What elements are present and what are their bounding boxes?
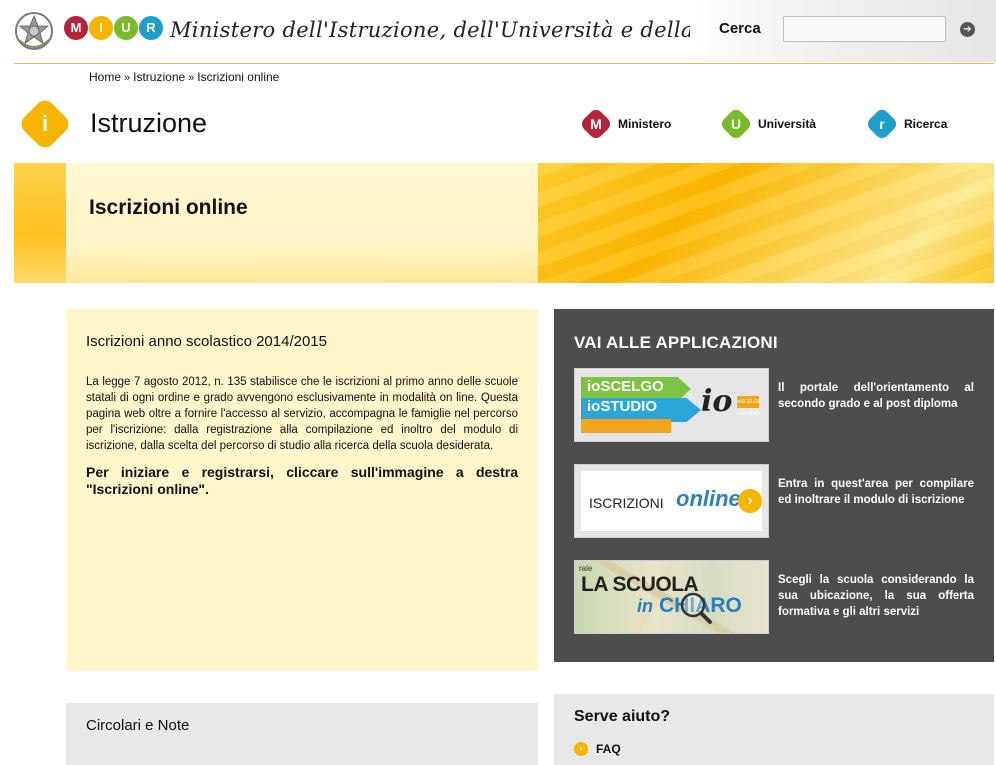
miur-letter-m: M — [64, 16, 88, 40]
header-divider — [14, 63, 994, 64]
miur-logo[interactable]: M I U R — [64, 16, 163, 40]
banner-title-area — [66, 163, 538, 283]
scuola-in-chiaro-banner[interactable]: rale LA SCUOLA in CHIARO — [574, 560, 769, 634]
faq-label: FAQ — [596, 742, 621, 756]
search-go-icon[interactable]: ➔ — [960, 22, 975, 37]
arrow-right-icon: › — [738, 489, 762, 513]
page-banner: Iscrizioni online — [14, 163, 994, 283]
iscrizioni-online-banner[interactable]: ISCRIZIONI online › — [574, 464, 769, 538]
magnifier-icon — [680, 592, 712, 624]
banner-keyboard-image — [538, 163, 994, 283]
search-input[interactable] — [783, 16, 946, 42]
breadcrumb-separator: » — [188, 72, 195, 84]
apps-panel: VAI ALLE APPLICAZIONI ioSCELGO ioSTUDIO … — [554, 309, 994, 662]
iscrizioni-description: Entra in quest'area per compilare ed ino… — [778, 478, 974, 506]
istruzione-badge-letter: i — [41, 111, 49, 136]
section-title: Istruzione — [90, 108, 208, 138]
breadcrumb-current: Iscrizioni online — [197, 70, 280, 84]
help-title: Serve aiuto? — [574, 708, 671, 725]
arrow-right-icon: › — [574, 742, 588, 756]
ioscelgo-iostudio-banner[interactable]: ioSCELGO ioSTUDIO io ioSCELGO ioSTUDIO — [574, 368, 769, 442]
help-box: Serve aiuto? › FAQ — [554, 694, 994, 765]
app-row-scuola-in-chiaro: rale LA SCUOLA in CHIARO Scegli la scuol… — [574, 560, 974, 634]
miur-letter-u: U — [114, 16, 138, 40]
breadcrumb-separator: » — [124, 72, 131, 84]
intro-heading: Iscrizioni anno scolastico 2014/2015 — [86, 333, 327, 350]
nav-ministero-label: Ministero — [618, 117, 672, 131]
universita-badge-icon: U — [719, 107, 753, 141]
nav-universita[interactable]: U Università — [719, 107, 817, 141]
faq-link[interactable]: › FAQ — [574, 742, 621, 756]
nav-ricerca-label: Ricerca — [904, 117, 948, 131]
breadcrumb-istruzione[interactable]: Istruzione — [133, 70, 185, 84]
miur-letter-r: R — [139, 16, 163, 40]
site-header: M I U R Ministero dell'Istruzione, dell'… — [0, 0, 996, 64]
app-row-iscrizioni: ISCRIZIONI online › Entra in quest'area … — [574, 464, 974, 538]
breadcrumb: Home» Istruzione» Iscrizioni online — [89, 70, 279, 84]
app-row-ioscelgo: ioSCELGO ioSTUDIO io ioSCELGO ioSTUDIO I… — [574, 368, 974, 442]
ministero-badge-icon: M — [579, 107, 613, 141]
search-label: Cerca — [719, 20, 761, 37]
intro-body: La legge 7 agosto 2012, n. 135 stabilisc… — [86, 376, 518, 452]
ioscelgo-description: Il portale dell'orientamento al secondo … — [778, 382, 974, 410]
scuola-in-chiaro-description: Scegli la scuola considerando la sua ubi… — [778, 574, 974, 618]
nav-ministero[interactable]: M Ministero — [579, 107, 672, 141]
page-title: Iscrizioni online — [89, 196, 248, 219]
search-area: Cerca ➔ — [690, 0, 996, 62]
banner-left-strip — [14, 163, 66, 283]
nav-universita-label: Università — [758, 117, 817, 131]
ricerca-badge-icon: r — [865, 107, 899, 141]
circolari-box: Circolari e Note — [66, 703, 538, 765]
circolari-title[interactable]: Circolari e Note — [86, 717, 189, 734]
nav-ricerca[interactable]: r Ricerca — [865, 107, 948, 141]
italian-emblem-icon[interactable] — [14, 8, 54, 54]
apps-heading: VAI ALLE APPLICAZIONI — [574, 333, 778, 352]
miur-letter-i: I — [89, 16, 113, 40]
breadcrumb-home[interactable]: Home — [89, 70, 121, 84]
intro-call-to-action: Per iniziare e registrarsi, cliccare sul… — [86, 464, 518, 497]
intro-panel: Iscrizioni anno scolastico 2014/2015 La … — [66, 309, 538, 671]
